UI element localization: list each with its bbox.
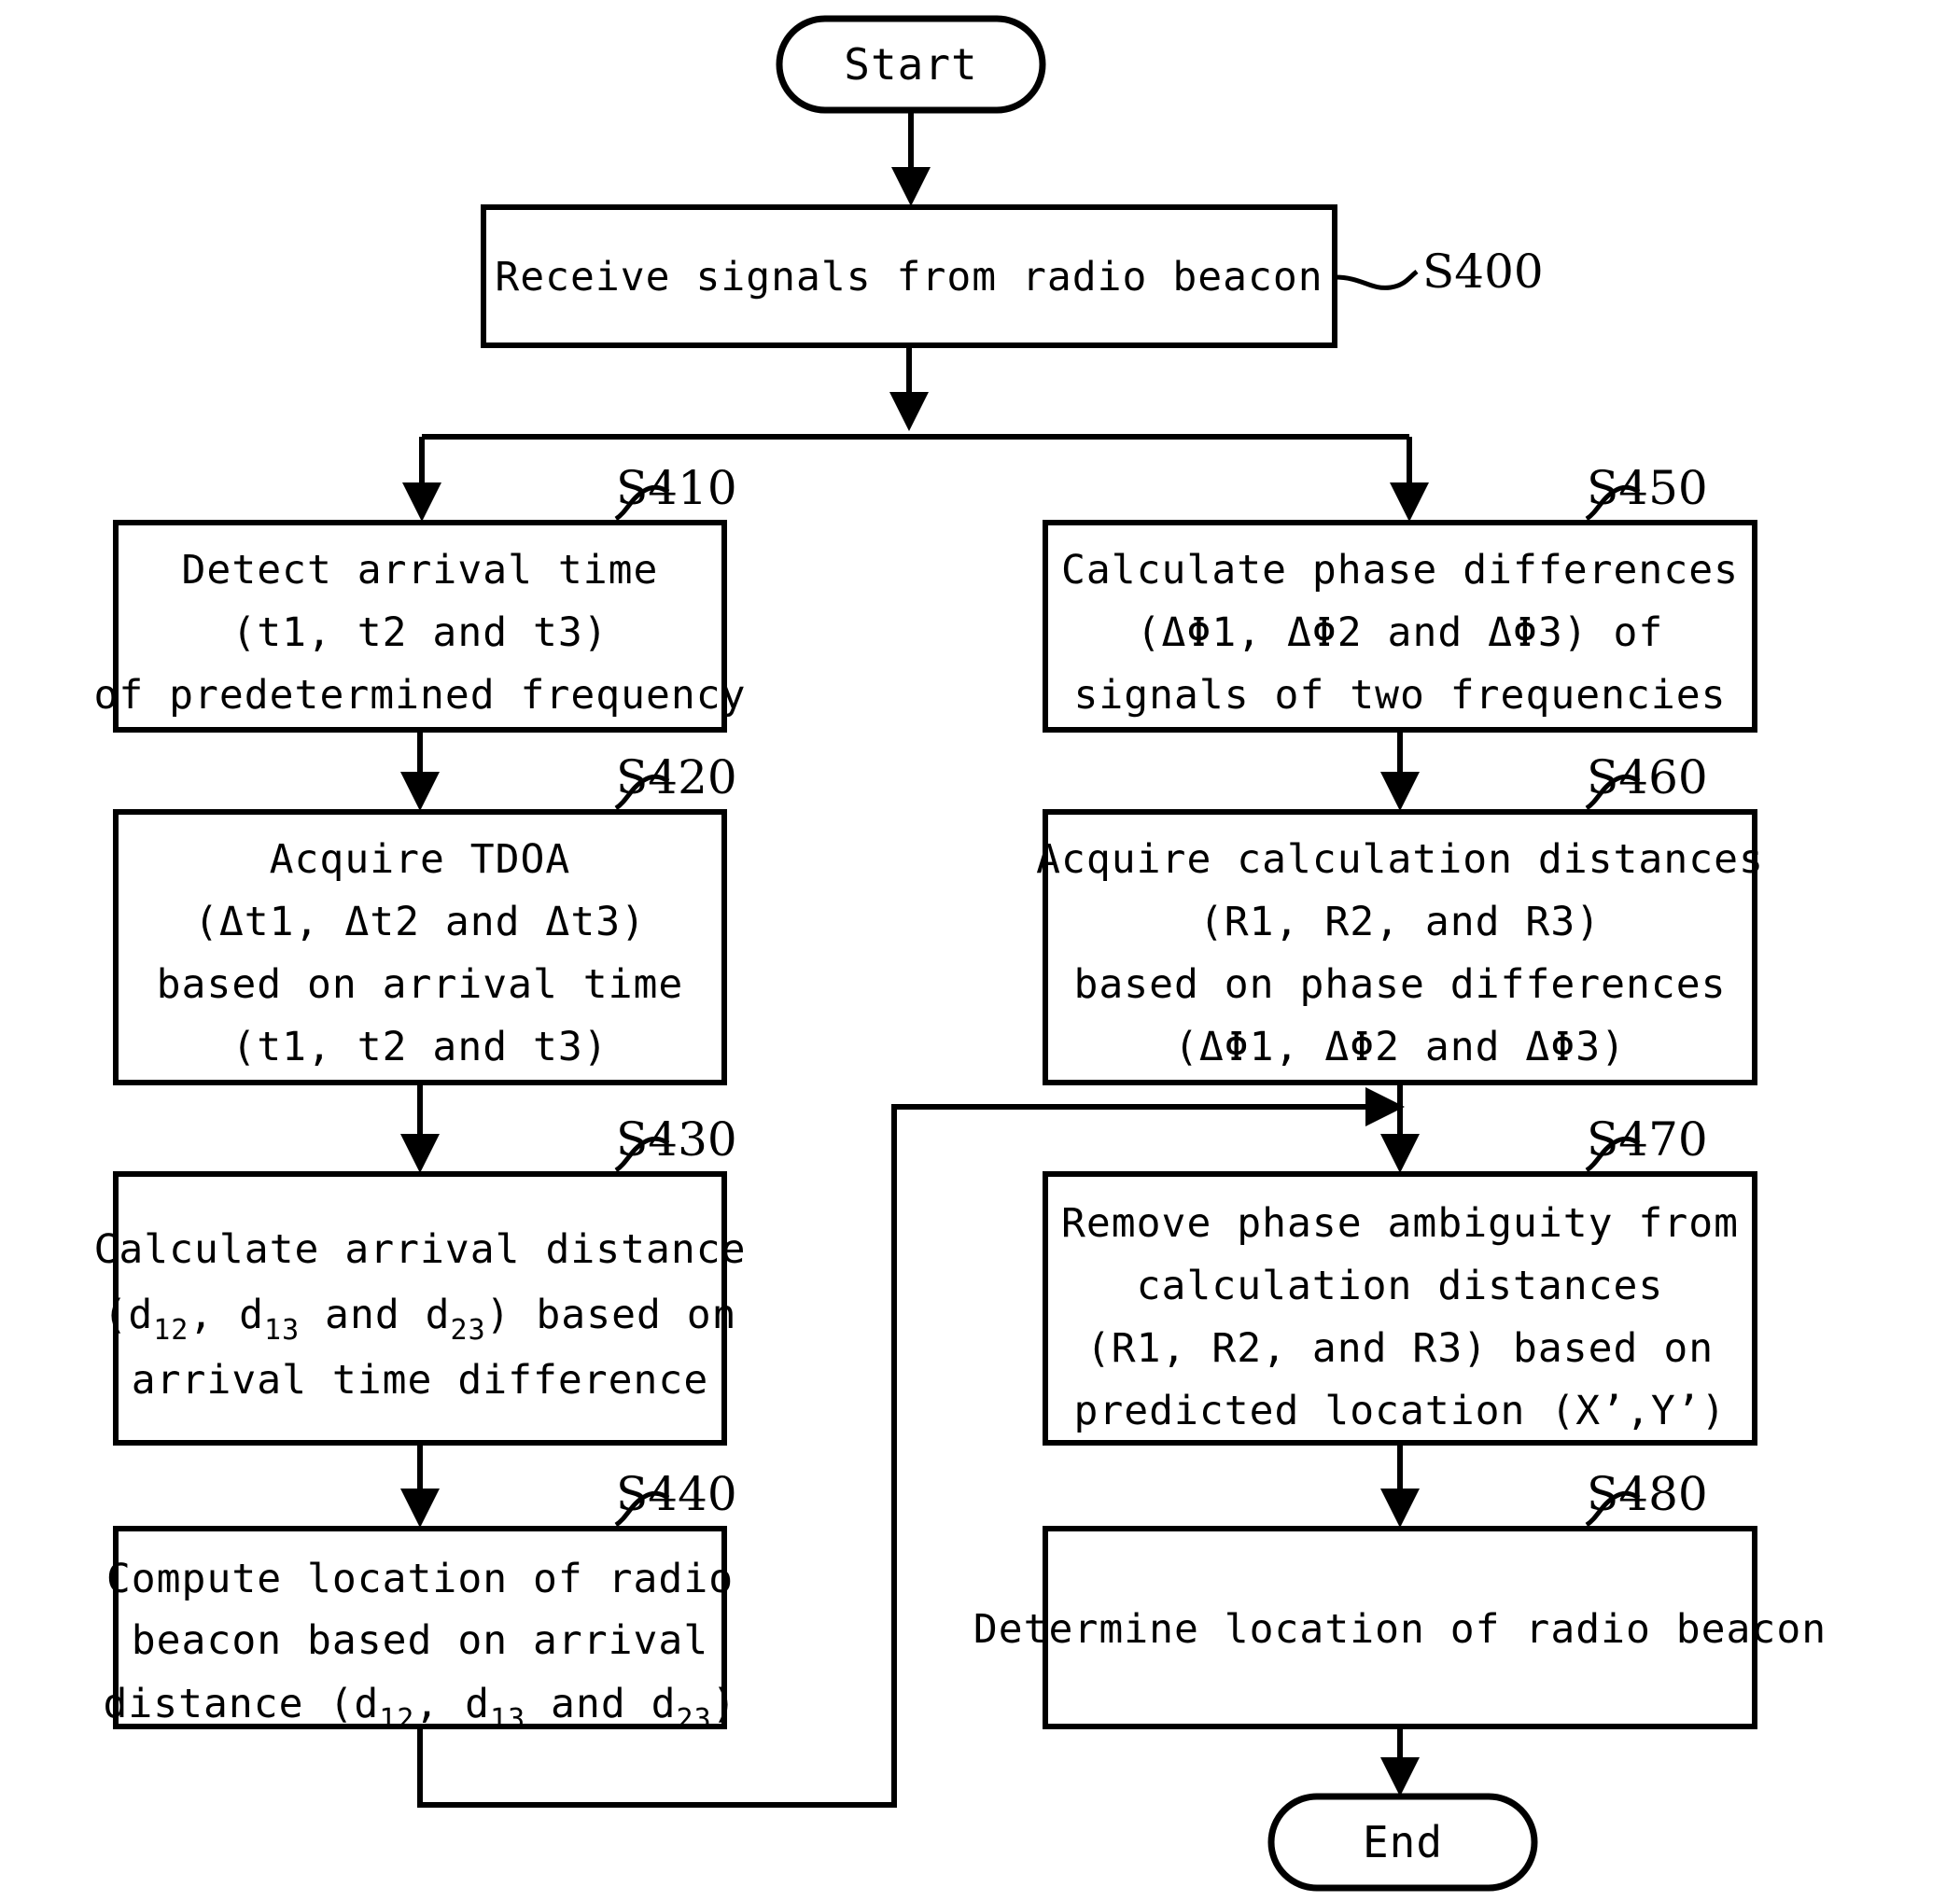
s420-step-label: S420 bbox=[616, 750, 737, 804]
s470-step-label: S470 bbox=[1587, 1112, 1708, 1167]
s410-line-3: of predetermined frequency bbox=[93, 672, 746, 719]
s430-line-1: Calculate arrival distance bbox=[93, 1226, 746, 1273]
s450-step-label: S450 bbox=[1587, 461, 1708, 515]
s470-line-3: (R1, R2, and R3) based on bbox=[1086, 1325, 1714, 1372]
end-label: End bbox=[1363, 1817, 1443, 1867]
flowchart-svg: Start Receive signals from radio beacon … bbox=[93, 15, 1827, 1892]
s450-line-3: signals of two frequencies bbox=[1073, 672, 1726, 719]
s460-line-3: based on phase differences bbox=[1073, 961, 1726, 1008]
s460-step-label: S460 bbox=[1587, 750, 1708, 804]
s460-line-4: (ΔΦ1, ΔΦ2 and ΔΦ3) bbox=[1174, 1024, 1626, 1070]
s460-line-1: Acquire calculation distances bbox=[1036, 836, 1764, 883]
node-s400: Receive signals from radio beacon S400 bbox=[481, 204, 1544, 348]
start-label: Start bbox=[844, 39, 977, 90]
s450-line-1: Calculate phase differences bbox=[1061, 547, 1739, 594]
s480-line-1: Determine location of radio beacon bbox=[973, 1606, 1827, 1653]
s470-line-2: calculation distances bbox=[1137, 1263, 1664, 1309]
flowchart-canvas: Start Receive signals from radio beacon … bbox=[0, 0, 1960, 1901]
s400-leader bbox=[1334, 270, 1419, 290]
s400-step-label: S400 bbox=[1422, 245, 1544, 299]
node-s450: Calculate phase differences (ΔΦ1, ΔΦ2 an… bbox=[1043, 461, 1757, 733]
s430-step-label: S430 bbox=[616, 1112, 737, 1167]
s410-line-1: Detect arrival time bbox=[182, 547, 659, 594]
s420-line-2: (Δt1, Δt2 and Δt3) bbox=[194, 899, 646, 945]
s450-line-2: (ΔΦ1, ΔΦ2 and ΔΦ3) of bbox=[1137, 609, 1664, 656]
s440-step-label: S440 bbox=[616, 1467, 737, 1521]
s420-line-3: based on arrival time bbox=[157, 961, 684, 1008]
s470-line-4: predicted location (X’,Y’) bbox=[1073, 1388, 1726, 1434]
s440-line-1: Compute location of radio bbox=[106, 1556, 734, 1602]
node-s420: Acquire TDOA (Δt1, Δt2 and Δt3) based on… bbox=[113, 750, 737, 1085]
s460-line-2: (R1, R2, and R3) bbox=[1199, 899, 1601, 945]
s430-line-3: arrival time difference bbox=[132, 1357, 708, 1404]
terminal-start: Start bbox=[776, 15, 1046, 114]
s410-line-2: (t1, t2 and t3) bbox=[231, 609, 608, 656]
s400-line-1: Receive signals from radio beacon bbox=[495, 254, 1323, 301]
s410-step-label: S410 bbox=[616, 461, 737, 515]
s420-line-4: (t1, t2 and t3) bbox=[231, 1024, 608, 1070]
s480-step-label: S480 bbox=[1587, 1467, 1708, 1521]
s440-line-2: beacon based on arrival bbox=[132, 1617, 708, 1664]
terminal-end: End bbox=[1267, 1793, 1538, 1892]
s420-line-1: Acquire TDOA bbox=[270, 836, 571, 883]
s470-line-1: Remove phase ambiguity from bbox=[1061, 1200, 1739, 1247]
